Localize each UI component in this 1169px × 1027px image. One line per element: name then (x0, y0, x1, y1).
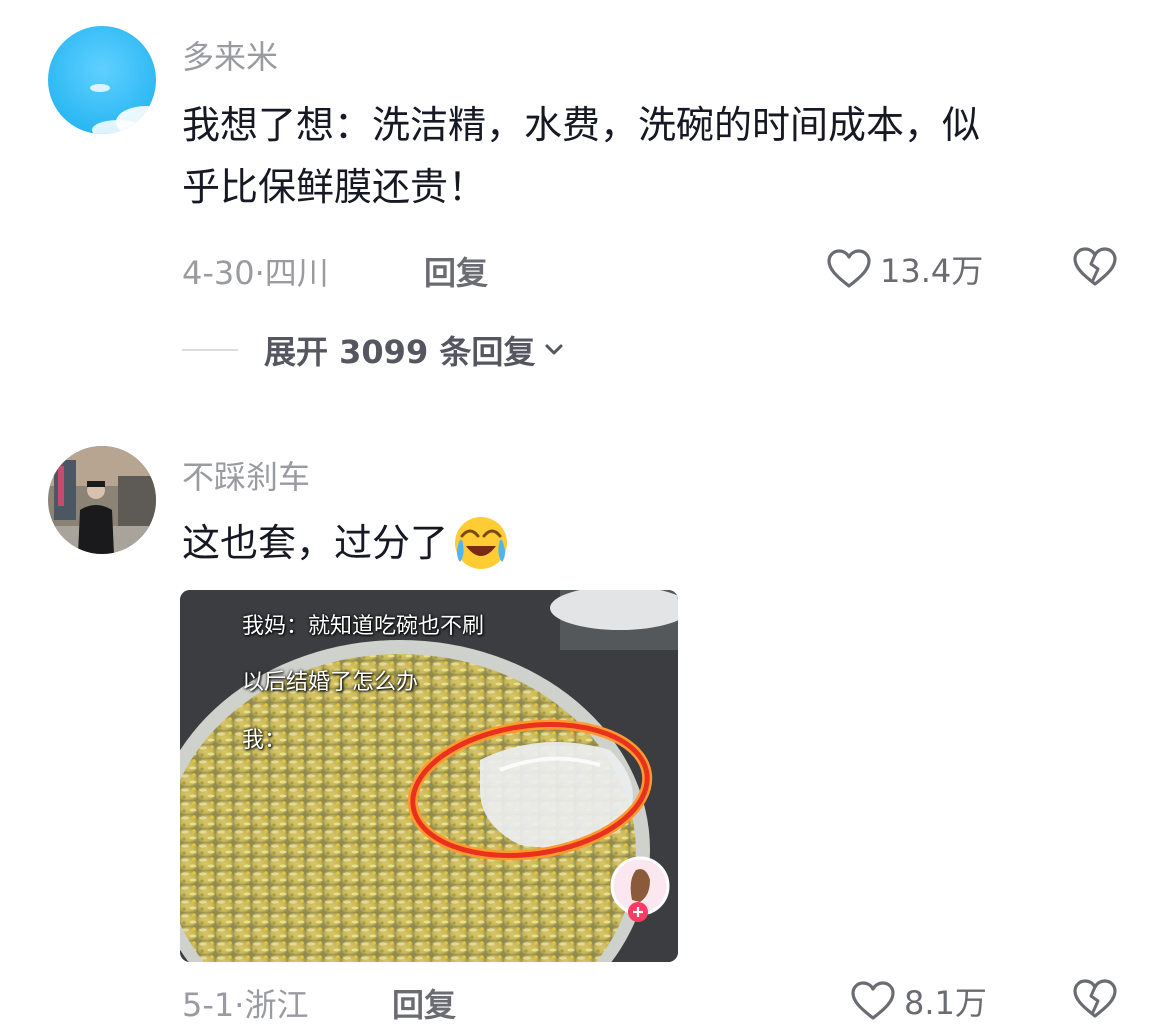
like-button[interactable]: 8.1万 (850, 978, 987, 1024)
person-avatar-image (48, 446, 156, 554)
expand-replies-label: 展开 3099 条回复 (264, 333, 536, 371)
reply-button[interactable]: 回复 (424, 248, 488, 294)
comment-text: 我想了想：洗洁精，水费，洗碗的时间成本，似 乎比保鲜膜还贵！ (182, 94, 1132, 218)
username[interactable]: 不踩刹车 (182, 452, 310, 498)
like-count: 8.1万 (904, 984, 987, 1022)
comment-text: 这也套，过分了 (182, 512, 1132, 574)
reply-button[interactable]: 回复 (392, 980, 456, 1026)
comment-item: 多来米 我想了想：洗洁精，水费，洗碗的时间成本，似 乎比保鲜膜还贵！ 4-30·… (0, 0, 1169, 400)
chevron-down-icon (545, 344, 563, 355)
image-caption-line: 我妈：就知道吃碗也不刷 (242, 614, 485, 639)
heart-icon (851, 981, 895, 1020)
expand-replies-button[interactable]: 展开 3099 条回复 (182, 327, 567, 373)
avatar[interactable] (48, 446, 156, 554)
sky-avatar-image (48, 26, 156, 134)
like-count: 13.4万 (880, 252, 984, 290)
comment-meta: 4-30·四川 (182, 248, 329, 294)
image-caption-line: 我： (242, 728, 287, 753)
comment-date: 5-1 (182, 986, 235, 1024)
username[interactable]: 多来米 (182, 32, 278, 78)
image-caption-line: 以后结婚了怎么办 (242, 670, 419, 695)
comment-text-line: 这也套，过分了 (182, 521, 449, 565)
comment-text-line: 我想了想：洗洁精，水费，洗碗的时间成本，似 (182, 103, 981, 147)
broken-heart-icon (1073, 247, 1117, 286)
dislike-button[interactable] (1072, 246, 1118, 292)
meta-separator: · (254, 254, 265, 292)
comment-date: 4-30 (182, 254, 255, 292)
comment-image[interactable]: 我妈：就知道吃碗也不刷 以后结婚了怎么办 我： (180, 590, 678, 962)
comment-location: 四川 (264, 254, 329, 292)
meta-separator: · (234, 986, 245, 1024)
fried-rice-photo (180, 590, 678, 962)
comment-meta: 5-1·浙江 (182, 980, 308, 1026)
comment-text-line: 乎比保鲜膜还贵！ (182, 165, 487, 209)
crying-laughing-emoji-icon (455, 517, 508, 569)
avatar[interactable] (48, 26, 156, 134)
broken-heart-icon (1073, 979, 1117, 1018)
like-button[interactable]: 13.4万 (826, 246, 983, 292)
divider (182, 349, 238, 351)
heart-icon (827, 249, 871, 288)
dislike-button[interactable] (1072, 978, 1118, 1024)
comment-location: 浙江 (244, 986, 309, 1024)
